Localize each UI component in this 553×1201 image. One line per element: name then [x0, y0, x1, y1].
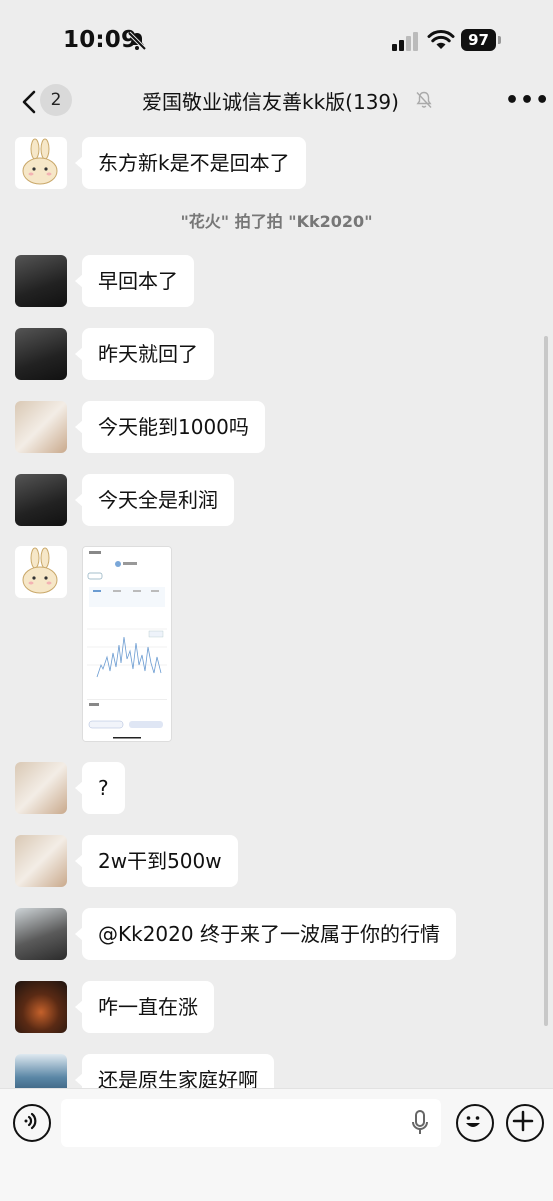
rabbit-avatar-icon: [22, 138, 58, 185]
voice-icon[interactable]: [13, 1104, 51, 1142]
avatar[interactable]: [15, 328, 67, 380]
stock-screenshot-thumbnail: [83, 547, 171, 741]
more-icon[interactable]: •••: [505, 88, 550, 113]
system-notice: "花火" 拍了拍 "Kk2020": [180, 212, 373, 231]
avatar[interactable]: [15, 835, 67, 887]
chevron-left-icon[interactable]: [18, 84, 42, 120]
signal-icon: [392, 32, 418, 51]
bell-off-icon: [416, 91, 432, 108]
message-bubble[interactable]: 2w干到500w: [75, 835, 238, 887]
avatar[interactable]: [15, 981, 67, 1033]
message-bubble[interactable]: 昨天就回了: [75, 328, 214, 380]
status-bar: 10:09 97: [0, 0, 553, 78]
avatar[interactable]: [15, 908, 67, 960]
battery-indicator: 97: [461, 29, 496, 51]
avatar[interactable]: [15, 474, 67, 526]
avatar[interactable]: [15, 762, 67, 814]
plus-icon[interactable]: [506, 1104, 544, 1142]
message-list[interactable]: 东方新k是不是回本了 "花火" 拍了拍 "Kk2020" 早回本了 昨天就回了 …: [0, 126, 553, 1088]
wifi-icon: [427, 30, 455, 49]
emoji-icon[interactable]: [456, 1104, 494, 1142]
message-bubble[interactable]: 今天全是利润: [75, 474, 234, 526]
message-bubble[interactable]: 今天能到1000吗: [75, 401, 265, 453]
message-input[interactable]: [61, 1099, 441, 1147]
mic-icon[interactable]: [410, 1109, 430, 1137]
unread-count-badge[interactable]: 2: [40, 84, 72, 116]
message-bubble[interactable]: 还是原生家庭好啊: [75, 1054, 274, 1088]
message-bubble[interactable]: 早回本了: [75, 255, 194, 307]
scrollbar[interactable]: [544, 336, 548, 1026]
avatar[interactable]: [15, 255, 67, 307]
avatar[interactable]: [15, 1054, 67, 1088]
rabbit-avatar-icon: [22, 547, 58, 594]
chat-title[interactable]: 爱国敬业诚信友善kk版(139): [142, 86, 399, 115]
message-bubble[interactable]: 咋一直在涨: [75, 981, 214, 1033]
message-bubble[interactable]: ?: [75, 762, 125, 814]
bell-off-icon: [127, 31, 147, 51]
avatar[interactable]: [15, 137, 67, 189]
chat-header: 2 爱国敬业诚信友善kk版(139) •••: [0, 78, 553, 126]
message-bubble[interactable]: @Kk2020 终于来了一波属于你的行情: [75, 908, 456, 960]
input-bar: [0, 1088, 553, 1201]
image-message-thumbnail[interactable]: [82, 546, 172, 742]
battery-tip: [498, 36, 501, 44]
avatar[interactable]: [15, 401, 67, 453]
message-bubble[interactable]: 东方新k是不是回本了: [75, 137, 306, 189]
avatar[interactable]: [15, 546, 67, 598]
